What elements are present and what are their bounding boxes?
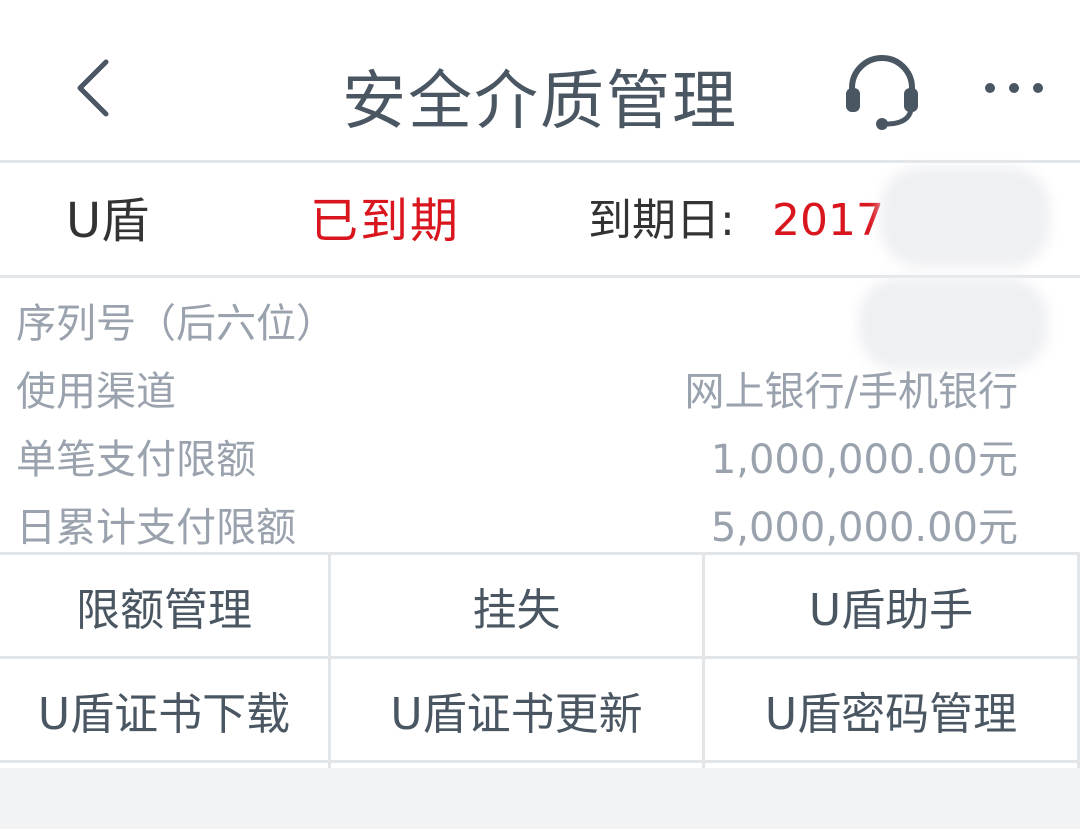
detail-value: 网上银行/手机银行 [684,369,1018,415]
expire-date-label: 到期日: [588,195,735,246]
grid-divider [702,555,705,768]
password-management-button[interactable]: U盾密码管理 [705,659,1077,760]
customer-service-button[interactable] [840,48,924,132]
detail-value: 1,000,000.00元 [710,437,1018,483]
detail-label: 单笔支付限额 [16,437,256,483]
headset-icon [846,55,918,130]
detail-row-single-limit: 单笔支付限额 1,000,000.00元 [0,424,1080,492]
detail-label: 使用渠道 [16,369,176,415]
status-badge: 已到期 [310,193,461,249]
medium-status-row: U盾 已到期 到期日: 2017 [0,163,1080,275]
more-horizontal-icon [985,83,1043,93]
detail-value: 5,000,000.00元 [710,505,1018,551]
limit-management-button[interactable]: 限额管理 [0,555,328,656]
more-button[interactable] [978,68,1050,108]
nav-bar: 安全介质管理 [0,0,1080,160]
medium-type: U盾 [66,193,150,249]
detail-label: 日累计支付限额 [16,505,296,551]
page-background [0,768,1080,829]
certificate-download-button[interactable]: U盾证书下载 [0,659,328,760]
redacted-date-mask [880,167,1050,267]
ukey-assistant-button[interactable]: U盾助手 [705,555,1077,656]
detail-row-daily-limit: 日累计支付限额 5,000,000.00元 [0,492,1080,560]
grid-divider [328,555,331,768]
report-loss-button[interactable]: 挂失 [331,555,702,656]
grid-divider [0,656,1080,659]
medium-details: 序列号（后六位） 使用渠道 网上银行/手机银行 单笔支付限额 1,000,000… [0,278,1080,552]
certificate-update-button[interactable]: U盾证书更新 [331,659,702,760]
detail-row-channel: 使用渠道 网上银行/手机银行 [0,356,1080,424]
action-grid: 限额管理 挂失 U盾助手 U盾证书下载 U盾证书更新 U盾密码管理 [0,555,1080,768]
detail-label: 序列号（后六位） [16,301,336,347]
expire-date-value: 2017 [772,195,884,246]
grid-divider [0,760,1080,763]
